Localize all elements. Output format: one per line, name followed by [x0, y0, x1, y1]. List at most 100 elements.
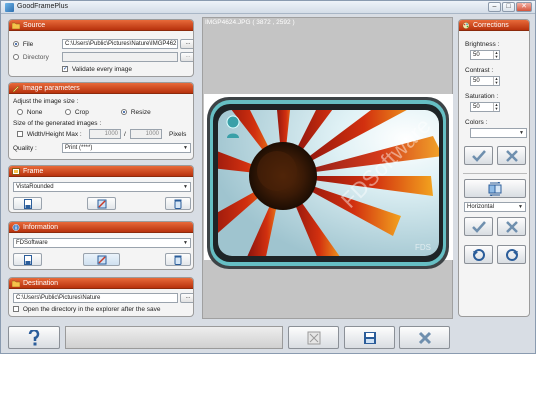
close-button[interactable]: ✕ — [516, 2, 532, 12]
information-value: FDSoftware — [16, 240, 48, 246]
trash-icon — [174, 255, 182, 265]
contrast-value: 50 — [473, 78, 480, 84]
information-header-label: Information — [23, 224, 59, 231]
file-radio[interactable] — [13, 41, 19, 48]
divider — [463, 173, 527, 174]
spin-arrows-icon[interactable]: ▲ ▼ — [493, 77, 499, 85]
none-radio[interactable] — [17, 109, 23, 116]
cancel-corrections-button[interactable] — [497, 146, 526, 165]
file-browse-button[interactable]: ... — [180, 39, 193, 49]
validate-row[interactable]: ✓ Validate every image — [62, 66, 132, 73]
crop-radio[interactable] — [65, 109, 71, 116]
brightness-label: Brightness : — [465, 41, 500, 48]
trash-icon — [174, 199, 182, 209]
option-none[interactable]: None — [17, 109, 42, 116]
corrections-header-label: Corrections — [473, 22, 509, 29]
directory-radio[interactable] — [13, 54, 19, 61]
saturation-label: Saturation : — [465, 93, 499, 100]
destination-browse-button[interactable]: ... — [180, 293, 193, 303]
size-label: Size of the generated images : — [13, 120, 102, 127]
preview-button[interactable] — [288, 326, 339, 349]
minimize-button[interactable]: – — [488, 2, 501, 12]
width-field[interactable]: 1000 — [89, 129, 121, 139]
cancel-flip-button[interactable] — [497, 217, 526, 236]
main-window: GoodFramePlus – □ ✕ Source File C:\Users… — [0, 0, 536, 354]
information-panel: Information FDSoftware ▼ — [8, 221, 194, 270]
quality-select[interactable]: Print (****) ▼ — [62, 143, 191, 153]
corrections-panel: Corrections Brightness : 50 ▲ ▼ Contrast … — [458, 19, 530, 317]
directory-radio-row[interactable]: Directory — [13, 54, 49, 61]
spin-arrows-icon[interactable]: ▲ ▼ — [493, 51, 499, 59]
apply-flip-button[interactable] — [464, 217, 493, 236]
apply-corrections-button[interactable] — [464, 146, 493, 165]
chevron-down-icon: ▼ — [183, 145, 188, 151]
adjust-label: Adjust the image size : — [13, 98, 79, 105]
checkmark-icon — [471, 220, 486, 233]
save-button[interactable] — [344, 326, 395, 349]
image-viewer[interactable]: IMGP4624.JPG ( 3872 , 2592 ) FDSoftware … — [202, 17, 453, 319]
pixels-label: Pixels — [169, 131, 187, 138]
cross-icon — [505, 149, 518, 162]
width-height-row[interactable]: Width/Height Max : — [17, 131, 82, 138]
colors-select[interactable]: ▼ — [470, 128, 527, 138]
destination-path-field[interactable]: C:\Users\Public\Pictures\Nature — [13, 293, 178, 303]
saturation-spinner[interactable]: 50 ▲ ▼ — [470, 102, 500, 112]
corrections-header: Corrections — [459, 20, 529, 31]
validate-label: Validate every image — [71, 66, 133, 73]
checkmark-icon — [471, 149, 486, 162]
contrast-label: Contrast : — [465, 67, 494, 74]
brightness-spinner[interactable]: 50 ▲ ▼ — [470, 50, 500, 60]
quality-label: Quality : — [13, 145, 37, 152]
destination-header: Destination — [9, 278, 193, 289]
cross-icon — [418, 331, 431, 344]
preview-icon — [307, 331, 320, 344]
height-field[interactable]: 1000 — [130, 129, 162, 139]
destination-header-label: Destination — [23, 280, 59, 287]
directory-browse-button[interactable]: ... — [180, 52, 193, 62]
option-crop[interactable]: Crop — [65, 109, 89, 116]
directory-path-field[interactable] — [62, 52, 178, 62]
maximize-button[interactable]: □ — [502, 2, 515, 12]
chevron-down-icon: ▼ — [183, 184, 188, 190]
help-button[interactable] — [8, 326, 60, 349]
contrast-spinner[interactable]: 50 ▲ ▼ — [470, 76, 500, 86]
info-icon — [12, 224, 20, 231]
open-directory-row[interactable]: Open the directory in the explorer after… — [13, 306, 160, 313]
width-height-checkbox[interactable] — [17, 131, 23, 138]
edit-icon — [97, 255, 106, 264]
flip-icon — [488, 181, 502, 196]
file-radio-row[interactable]: File — [13, 41, 33, 48]
rotate-right-button[interactable] — [497, 245, 526, 264]
flip-button[interactable] — [464, 179, 526, 198]
information-select[interactable]: FDSoftware ▼ — [13, 238, 191, 248]
progress-bar — [65, 326, 283, 349]
document-icon — [23, 254, 32, 265]
frame-value: VistaRounded — [16, 184, 54, 190]
source-header: Source — [9, 20, 193, 31]
frame-edit-button[interactable] — [87, 197, 116, 210]
flip-direction-value: Horizontal — [467, 204, 495, 210]
image-parameters-label: Image parameters — [23, 85, 80, 92]
open-directory-checkbox[interactable] — [13, 306, 19, 313]
frame-header-label: Frame — [23, 168, 44, 175]
resize-radio[interactable] — [121, 109, 127, 116]
file-radio-label: File — [22, 41, 34, 48]
cancel-button[interactable] — [399, 326, 450, 349]
frame-new-button[interactable] — [13, 197, 42, 210]
question-mark-icon — [28, 329, 40, 345]
rotate-left-button[interactable] — [464, 245, 493, 264]
frame-select[interactable]: VistaRounded ▼ — [13, 182, 191, 192]
image-parameters-header: Image parameters — [9, 83, 193, 94]
flip-direction-select[interactable]: Horizontal ▼ — [464, 202, 526, 212]
information-new-button[interactable] — [13, 253, 42, 266]
open-directory-label: Open the directory in the explorer after… — [22, 306, 161, 313]
colors-label: Colors : — [465, 119, 488, 126]
spin-arrows-icon[interactable]: ▲ ▼ — [493, 103, 499, 111]
option-resize[interactable]: Resize — [121, 109, 151, 116]
information-edit-button[interactable] — [83, 253, 120, 266]
frame-delete-button[interactable] — [165, 197, 191, 210]
pencil-icon — [12, 85, 20, 92]
file-path-field[interactable]: C:\Users\Public\Pictures\Nature\IMGP462 — [62, 39, 178, 49]
validate-checkbox[interactable]: ✓ — [62, 66, 68, 73]
information-delete-button[interactable] — [165, 253, 191, 266]
